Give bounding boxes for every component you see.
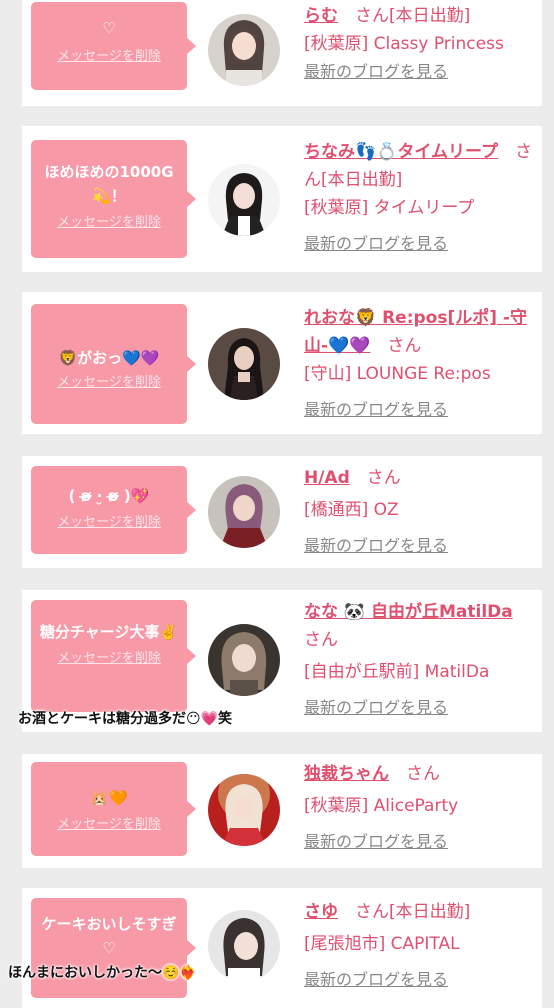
cast-info: 独裁ちゃん さん [秋葉原] AliceParty 最新のブログを見る xyxy=(304,760,540,856)
avatar[interactable] xyxy=(208,910,280,982)
latest-blog-link[interactable]: 最新のブログを見る xyxy=(304,694,540,722)
honorific: さん xyxy=(406,764,440,784)
latest-blog-link[interactable]: 最新のブログを見る xyxy=(304,58,540,86)
avatar[interactable] xyxy=(208,328,280,400)
avatar[interactable] xyxy=(208,14,280,86)
shop-name: [守山] LOUNGE Re:pos xyxy=(304,364,491,384)
latest-blog-link[interactable]: 最新のブログを見る xyxy=(304,966,540,994)
cast-name-link[interactable]: 独裁ちゃん xyxy=(304,764,389,784)
latest-blog-link[interactable]: 最新のブログを見る xyxy=(304,532,540,560)
message-card: ( ʚ̴̶̷̷ ·̮ ʚ̴̶̷̷ )💖 メッセージを削除 H/Ad さん [橋通… xyxy=(22,456,542,568)
message-text: ケーキおいしそすぎ♡ xyxy=(41,915,177,957)
message-card: ほめほめの1000G 💫！ メッセージを削除 ちなみ👣💍タイムリープ さん[本日… xyxy=(22,126,542,272)
latest-blog-link[interactable]: 最新のブログを見る xyxy=(304,828,540,856)
message-bubble: ( ʚ̴̶̷̷ ·̮ ʚ̴̶̷̷ )💖 メッセージを削除 xyxy=(31,466,196,554)
delete-message-link[interactable]: メッセージを削除 xyxy=(31,514,187,532)
message-bubble: ケーキおいしそすぎ♡ xyxy=(31,898,196,998)
avatar[interactable] xyxy=(208,164,280,236)
message-card: 🦁がおっ💙💜 メッセージを削除 れおな🦁 Re:pos[ルポ] -守山-💙💜 さ… xyxy=(22,292,542,434)
delete-message-link[interactable]: メッセージを削除 xyxy=(31,374,187,392)
honorific: さん xyxy=(355,6,389,26)
cast-name-link[interactable]: さゆ xyxy=(304,902,338,922)
avatar[interactable] xyxy=(208,624,280,696)
delete-message-link[interactable]: メッセージを削除 xyxy=(31,816,187,834)
attendance-status: [本日出勤] xyxy=(389,902,471,922)
message-bubble: ♡ メッセージを削除 xyxy=(31,2,196,90)
message-text: ( ʚ̴̶̷̷ ·̮ ʚ̴̶̷̷ )💖 xyxy=(68,487,150,505)
cast-name-link[interactable]: H/Ad xyxy=(304,468,350,488)
attendance-status: [本日出勤] xyxy=(389,6,471,26)
message-bubble: 🦁がおっ💙💜 メッセージを削除 xyxy=(31,304,196,424)
shop-name: [秋葉原] タイムリープ xyxy=(304,198,475,218)
message-bubble: ほめほめの1000G 💫！ メッセージを削除 xyxy=(31,140,196,258)
honorific: さん xyxy=(387,336,422,356)
message-text: 🦁がおっ💙💜 xyxy=(58,349,160,367)
cast-info: なな 🐼 自由が丘MatilDa さん [自由が丘駅前] MatilDa 最新の… xyxy=(304,598,540,722)
message-text: 糖分チャージ大事✌️ xyxy=(39,623,179,641)
cast-name-link[interactable]: らむ xyxy=(304,6,338,26)
latest-blog-link[interactable]: 最新のブログを見る xyxy=(304,396,540,424)
message-bubble: 🐹🧡 メッセージを削除 xyxy=(31,762,196,856)
honorific: さん xyxy=(304,630,338,650)
caption-overlay: お酒とケーキは糖分過多だ😶💗笑 xyxy=(18,711,233,727)
message-card: ♡ メッセージを削除 らむ さん[本日出勤] [秋葉原] Classy Prin… xyxy=(22,0,542,106)
message-text: ♡ xyxy=(102,19,116,37)
cast-name-link[interactable]: ちなみ👣💍タイムリープ xyxy=(304,142,498,162)
delete-message-link[interactable]: メッセージを削除 xyxy=(31,48,187,66)
message-text: ほめほめの1000G 💫！ xyxy=(44,163,174,205)
caption-overlay: ほんまにおいしかった〜☺️❤️‍🔥 xyxy=(8,965,197,981)
message-card: 🐹🧡 メッセージを削除 独裁ちゃん さん [秋葉原] AliceParty 最新… xyxy=(22,754,542,868)
avatar[interactable] xyxy=(208,774,280,846)
latest-blog-link[interactable]: 最新のブログを見る xyxy=(304,230,540,258)
message-bubble: 糖分チャージ大事✌️ メッセージを削除 xyxy=(31,600,196,712)
honorific: さん xyxy=(366,468,401,488)
honorific: さん xyxy=(355,902,389,922)
shop-name: [秋葉原] AliceParty xyxy=(304,796,459,816)
cast-info: らむ さん[本日出勤] [秋葉原] Classy Princess 最新のブログ… xyxy=(304,2,540,86)
cast-name-link[interactable]: なな 🐼 自由が丘MatilDa xyxy=(304,602,513,622)
delete-message-link[interactable]: メッセージを削除 xyxy=(31,650,187,668)
message-text: 🐹🧡 xyxy=(90,789,128,807)
delete-message-link[interactable]: メッセージを削除 xyxy=(31,214,187,232)
cast-info: さゆ さん[本日出勤] [尾張旭市] CAPITAL 最新のブログを見る xyxy=(304,898,540,994)
cast-info: H/Ad さん [橋通西] OZ 最新のブログを見る xyxy=(304,464,540,560)
attendance-status: [本日出勤] xyxy=(321,170,403,190)
shop-name: [自由が丘駅前] MatilDa xyxy=(304,662,490,682)
shop-name: [尾張旭市] CAPITAL xyxy=(304,934,460,954)
message-card: ケーキおいしそすぎ♡ さゆ さん[本日出勤] [尾張旭市] CAPITAL 最新… xyxy=(22,888,542,1008)
cast-info: ちなみ👣💍タイムリープ さん[本日出勤] [秋葉原] タイムリープ 最新のブログ… xyxy=(304,138,540,258)
shop-name: [秋葉原] Classy Princess xyxy=(304,34,504,54)
shop-name: [橋通西] OZ xyxy=(304,500,399,520)
cast-info: れおな🦁 Re:pos[ルポ] -守山-💙💜 さん [守山] LOUNGE Re… xyxy=(304,304,540,424)
avatar[interactable] xyxy=(208,476,280,548)
